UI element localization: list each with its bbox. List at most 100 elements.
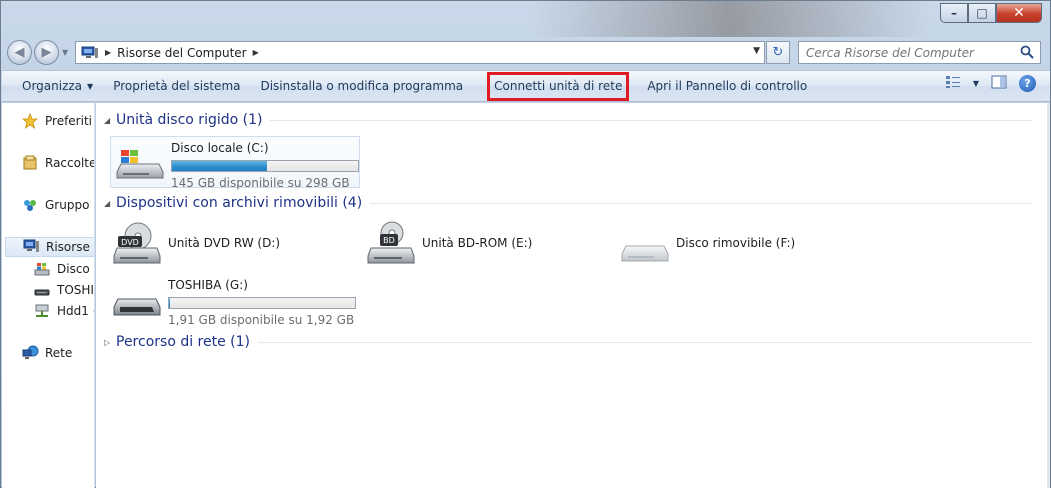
view-options-chevron-icon[interactable]: ▼ [973,79,979,88]
group-header-removable[interactable]: ◢ Dispositivi con archivi rimovibili (4) [104,195,1032,211]
drive-usage-fill [172,161,267,171]
search-icon[interactable] [1020,45,1034,59]
change-view-icon[interactable] [945,75,961,92]
drive-usage-bar [171,160,359,172]
drive-free-space: 1,91 GB disponibile su 1,92 GB [168,313,355,327]
windows-drive-icon [34,261,52,277]
group-divider [270,119,1032,121]
drive-info: Unità BD-ROM (E:) [422,220,532,250]
help-icon[interactable]: ? [1019,75,1036,92]
navigation-row: ◀ ▶ ▼ ▶ Risorse del Computer ▶ ▼ ↻ [1,37,1050,69]
libraries-icon [22,155,40,171]
network-drive-icon [34,303,52,319]
explorer-window: – □ ✕ ◀ ▶ ▼ ▶ Risorse del Computer ▶ ▼ ↻… [0,0,1051,488]
uninstall-program-button[interactable]: Disinstalla o modifica programma [250,73,473,99]
computer-icon [23,239,41,255]
bd-rom-drive-icon: BD [366,220,416,266]
drive-info: TOSHIBA (G:) 1,91 GB disponibile su 1,92… [168,275,356,327]
sidebar-item-label: Disco locale (C:) [57,262,94,276]
maximize-button[interactable]: □ [968,3,996,23]
content-pane: ◢ Unità disco rigido (1) Disco locale (C… [96,103,1050,488]
sidebar-item-libraries[interactable]: Raccolte [22,153,95,173]
drive-tile-e[interactable]: BD Unità BD-ROM (E:) [366,220,606,272]
usb-drive-icon [34,282,52,298]
sidebar-item-label: TOSHIBA (G:) [57,283,94,297]
forward-button[interactable]: ▶ [34,40,59,65]
sidebar-item-label: Raccolte [45,156,95,170]
breadcrumb-chevron-icon[interactable]: ▶ [105,48,111,57]
sidebar-item-label: Risorse del Computer [46,240,94,254]
homegroup-icon [22,197,40,213]
window-caption-buttons: – □ ✕ [940,3,1042,25]
refresh-button[interactable]: ↻ [766,41,790,64]
windows-drive-icon [115,138,165,184]
back-arrow-icon: ◀ [14,45,25,60]
usb-drive-icon [112,275,162,321]
organize-label: Organizza [22,79,83,93]
view-tools: ▼ ? [945,75,1036,92]
navigation-pane: Preferiti Raccolte Gruppo home Risorse d… [2,103,95,488]
star-icon [21,112,40,129]
sidebar-item-label: Hdd1 (\\ [57,304,94,318]
drive-info: Unità DVD RW (D:) [168,220,280,250]
sidebar-item-network-drive[interactable]: Hdd1 (\\ [34,301,94,321]
sidebar-item-label: Rete [45,346,73,360]
drive-usage-fill [169,298,171,308]
collapse-triangle-icon[interactable]: ◢ [104,199,116,208]
drive-tile-d[interactable]: DVD Unità DVD RW (D:) [112,220,352,272]
refresh-icon: ↻ [772,45,784,60]
drive-info: Disco locale (C:) 145 GB disponibile su … [171,138,359,190]
sidebar-item-computer[interactable]: Risorse del Computer [5,237,94,257]
search-box[interactable] [798,41,1041,64]
network-icon [22,345,40,361]
breadcrumb-chevron-icon[interactable]: ▶ [253,48,259,57]
address-dropdown-icon[interactable]: ▼ [753,46,760,56]
dvd-drive-icon: DVD [112,220,162,266]
drive-tile-c[interactable]: Disco locale (C:) 145 GB disponibile su … [110,136,360,190]
map-network-drive-button[interactable]: Connetti unità di rete [487,71,630,101]
system-properties-button[interactable]: Proprietà del sistema [103,73,250,99]
minimize-button[interactable]: – [940,3,968,23]
sidebar-item-label: Preferiti [45,114,92,128]
drive-tile-g[interactable]: TOSHIBA (G:) 1,91 GB disponibile su 1,92… [112,275,362,327]
sidebar-item-drive-g[interactable]: TOSHIBA (G:) [34,280,94,300]
bd-badge-text: BD [383,236,395,245]
sidebar-item-network[interactable]: Rete [22,343,94,363]
sidebar-item-favorites[interactable]: Preferiti [21,111,94,131]
close-button[interactable]: ✕ [996,3,1042,23]
forward-arrow-icon: ▶ [41,45,52,60]
address-bar[interactable]: ▶ Risorse del Computer ▶ ▼ [75,41,765,64]
group-title: Unità disco rigido (1) [116,112,263,128]
sidebar-item-label: Gruppo home [45,198,94,212]
back-button[interactable]: ◀ [7,40,32,65]
drive-usage-bar [168,297,356,309]
expand-triangle-icon[interactable]: ▷ [104,338,116,347]
collapse-triangle-icon[interactable]: ◢ [104,116,116,125]
search-input[interactable] [806,45,1016,60]
drive-free-space: 145 GB disponibile su 298 GB [171,176,350,190]
window-right-edge [1047,103,1050,488]
group-header-hard-disks[interactable]: ◢ Unità disco rigido (1) [104,112,1032,128]
preview-pane-icon[interactable] [991,75,1007,92]
group-title: Percorso di rete (1) [116,334,251,350]
group-divider [370,202,1032,204]
breadcrumb-location[interactable]: Risorse del Computer [117,46,246,60]
open-control-panel-button[interactable]: Apri il Pannello di controllo [637,73,817,99]
history-dropdown-icon[interactable]: ▼ [62,48,68,57]
drive-name: Unità BD-ROM (E:) [422,236,533,250]
organize-menu-button[interactable]: Organizza ▼ [12,73,103,99]
drive-name: Disco locale (C:) [171,141,269,155]
drive-tile-f[interactable]: Disco rimovibile (F:) [620,220,860,272]
group-divider [258,341,1032,343]
sidebar-item-drive-c[interactable]: Disco locale (C:) [34,259,94,279]
command-bar: Organizza ▼ Proprietà del sistema Disinst… [2,70,1050,102]
chevron-down-icon: ▼ [87,81,94,91]
desktop-background-strip [531,1,931,37]
group-title: Dispositivi con archivi rimovibili (4) [116,195,363,211]
sidebar-item-homegroup[interactable]: Gruppo home [22,195,94,215]
group-header-network[interactable]: ▷ Percorso di rete (1) [104,334,1032,350]
drive-info: Disco rimovibile (F:) [676,220,795,250]
dvd-badge-text: DVD [121,238,139,247]
computer-icon [81,46,99,60]
drive-name: TOSHIBA (G:) [168,278,248,292]
